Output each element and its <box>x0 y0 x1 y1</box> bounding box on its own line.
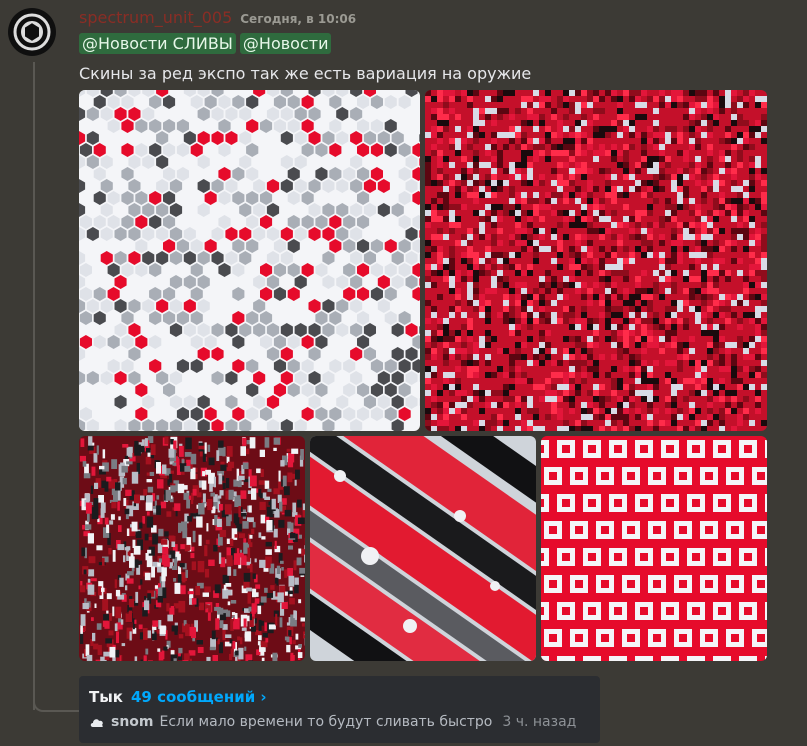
timestamp: Сегодня, в 10:06 <box>240 12 357 26</box>
attachment-hex-camo[interactable] <box>79 90 420 431</box>
brush-camo-image <box>310 436 536 661</box>
hex-camo-image <box>79 90 420 431</box>
cloud-avatar-icon <box>90 719 103 727</box>
attachment-splatter-camo[interactable] <box>79 436 305 661</box>
thread-card[interactable]: Тык 49 сообщений › snom Если мало времен… <box>79 676 600 743</box>
avatar[interactable] <box>8 8 56 56</box>
thread-title[interactable]: Тык <box>89 688 123 706</box>
attachment-brush-camo[interactable] <box>310 436 536 661</box>
thread-message-count[interactable]: 49 сообщений › <box>131 688 267 706</box>
username[interactable]: spectrum_unit_005 <box>79 8 232 27</box>
thread-connector-line <box>33 62 35 710</box>
splatter-camo-image <box>79 436 305 661</box>
mentions-row: @Новости СЛИВЫ @Новости <box>79 33 332 54</box>
attachment-red-squares[interactable] <box>541 436 767 661</box>
thread-last-user[interactable]: snom <box>111 714 154 730</box>
mention-news[interactable]: @Новости <box>239 33 332 54</box>
scp-logo-icon <box>13 13 51 51</box>
thread-last-message: snom Если мало времени то будут сливать … <box>89 714 576 730</box>
attachment-digital-camo[interactable] <box>425 90 767 431</box>
mention-news-leaks[interactable]: @Новости СЛИВЫ <box>79 33 236 54</box>
thread-last-time: 3 ч. назад <box>502 714 577 730</box>
thread-connector-elbow <box>33 690 79 712</box>
red-squares-image <box>541 436 767 661</box>
digital-camo-image <box>425 90 767 431</box>
message-text: Скины за ред экспо так же есть вариация … <box>79 64 532 83</box>
thread-last-text: Если мало времени то будут сливать быстр… <box>159 714 493 730</box>
message-header: spectrum_unit_005 Сегодня, в 10:06 <box>79 8 356 27</box>
